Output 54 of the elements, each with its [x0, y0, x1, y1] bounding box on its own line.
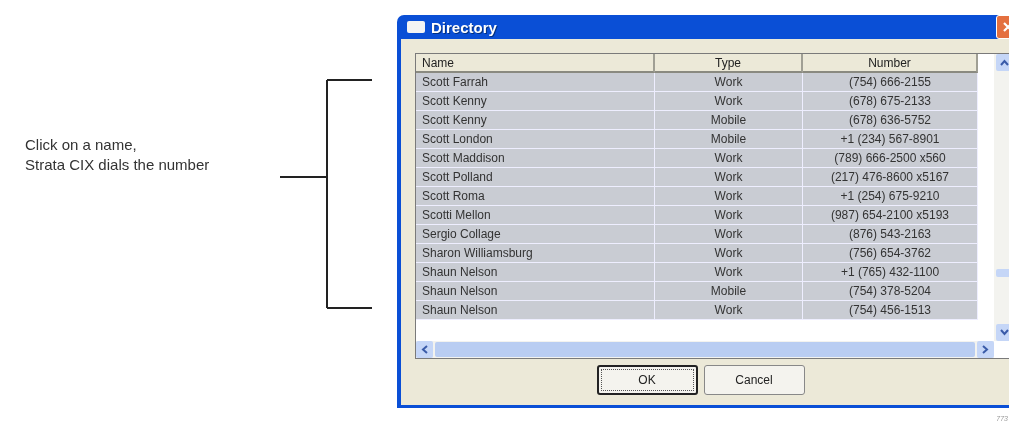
- table-cell[interactable]: (876) 543-2163: [803, 225, 978, 244]
- table-cell[interactable]: Mobile: [655, 130, 803, 149]
- up-chevron-icon: [999, 59, 1009, 66]
- table-cell[interactable]: +1 (254) 675-9210: [803, 187, 978, 206]
- table-cell[interactable]: Mobile: [655, 111, 803, 130]
- table-cell[interactable]: Scott Maddison: [416, 149, 655, 168]
- table-cell[interactable]: +1 (765) 432-1100: [803, 263, 978, 282]
- table-cell[interactable]: (987) 654-2100 x5193: [803, 206, 978, 225]
- left-chevron-icon: [421, 345, 428, 354]
- table-cell[interactable]: (678) 636-5752: [803, 111, 978, 130]
- table-cell[interactable]: (754) 456-1513: [803, 301, 978, 320]
- scroll-thumb[interactable]: [995, 268, 1009, 277]
- window-title: Directory: [431, 18, 497, 36]
- table-cell[interactable]: Scott Kenny: [416, 111, 655, 130]
- table-cell[interactable]: +1 (234) 567-8901: [803, 130, 978, 149]
- dialog-button[interactable]: Cancel: [703, 365, 805, 395]
- table-cell[interactable]: Shaun Nelson: [416, 263, 655, 282]
- table-cell[interactable]: Shaun Nelson: [416, 301, 655, 320]
- table-cell[interactable]: Scott Farrah: [416, 73, 655, 92]
- callout-text: Click on a name, Strata CIX dials the number: [24, 135, 211, 175]
- column-header[interactable]: Type: [655, 54, 803, 73]
- column-header[interactable]: Name: [416, 54, 655, 73]
- table-cell[interactable]: Work: [655, 244, 803, 263]
- table-cell[interactable]: Work: [655, 73, 803, 92]
- table-cell[interactable]: (756) 654-3762: [803, 244, 978, 263]
- table-cell[interactable]: (678) 675-2133: [803, 92, 978, 111]
- table-cell[interactable]: Work: [655, 92, 803, 111]
- vertical-scrollbar[interactable]: [994, 54, 1009, 341]
- horizontal-scrollbar[interactable]: [416, 341, 994, 358]
- table-cell[interactable]: Work: [655, 187, 803, 206]
- right-chevron-icon: [982, 345, 989, 354]
- table-cell[interactable]: Work: [655, 301, 803, 320]
- table-cell[interactable]: Shaun Nelson: [416, 282, 655, 301]
- table-cell[interactable]: Scotti Mellon: [416, 206, 655, 225]
- column-header[interactable]: Number: [803, 54, 978, 73]
- table-cell[interactable]: Scott London: [416, 130, 655, 149]
- table-cell[interactable]: Scott Roma: [416, 187, 655, 206]
- table-cell[interactable]: Work: [655, 206, 803, 225]
- table-cell[interactable]: Sergio Collage: [416, 225, 655, 244]
- table-cell[interactable]: (217) 476-8600 x5167: [803, 168, 978, 187]
- dialog-button[interactable]: OK: [596, 365, 698, 395]
- table-cell[interactable]: Mobile: [655, 282, 803, 301]
- table-cell[interactable]: Work: [655, 168, 803, 187]
- table-cell[interactable]: Scott Polland: [416, 168, 655, 187]
- table-cell[interactable]: (754) 378-5204: [803, 282, 978, 301]
- table-cell[interactable]: Sharon Williamsburg: [416, 244, 655, 263]
- table-cell[interactable]: Scott Kenny: [416, 92, 655, 111]
- window-icon: [407, 21, 425, 33]
- table-cell[interactable]: Work: [655, 225, 803, 244]
- table-cell[interactable]: Work: [655, 149, 803, 168]
- table-cell[interactable]: (789) 666-2500 x560: [803, 149, 978, 168]
- table-cell[interactable]: (754) 666-2155: [803, 73, 978, 92]
- down-chevron-icon: [999, 329, 1009, 336]
- table-cell[interactable]: Work: [655, 263, 803, 282]
